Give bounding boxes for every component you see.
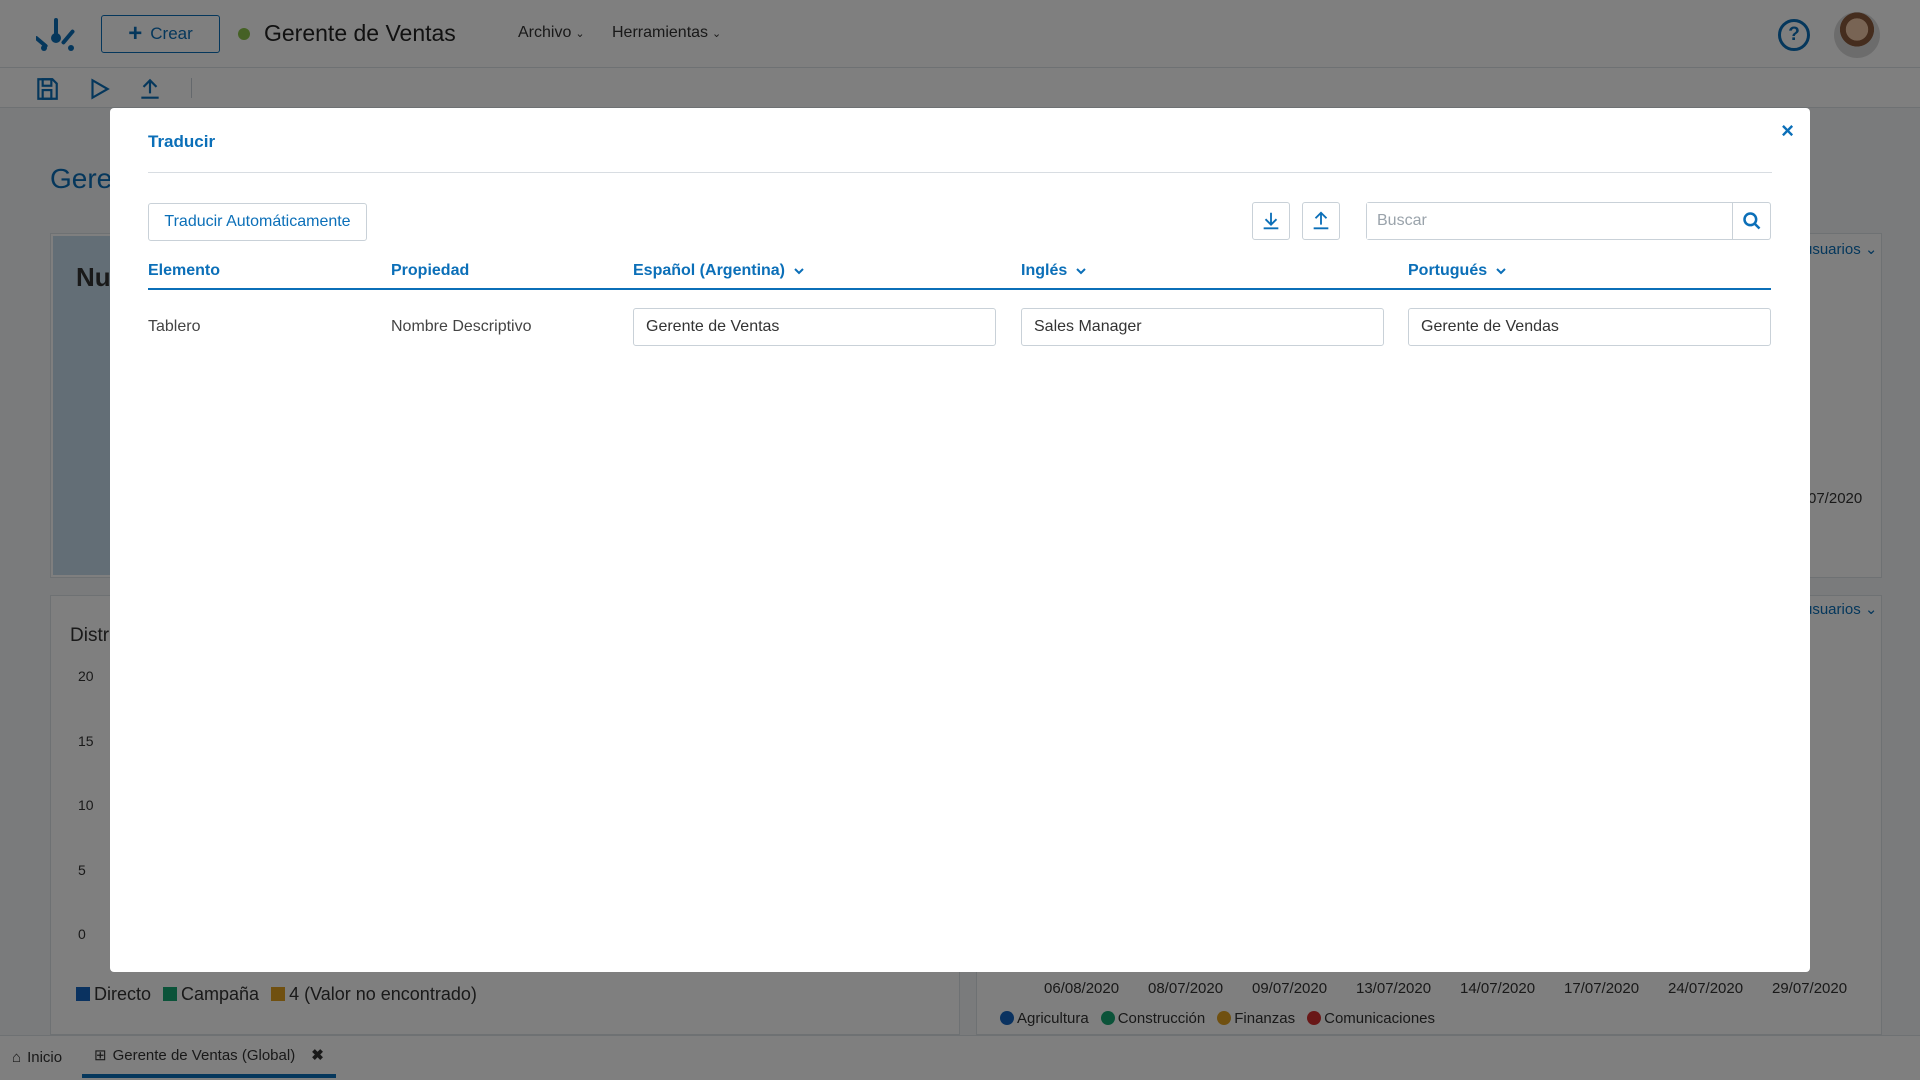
translate-dialog: Traducir × Traducir Automáticamente Elem… [110,108,1810,972]
translation-field-lang2[interactable] [1021,308,1384,346]
download-button[interactable] [1252,202,1290,240]
col-lang1[interactable]: Español (Argentina) [633,262,805,280]
translation-field-lang3[interactable] [1408,308,1771,346]
cell-property: Nombre Descriptivo [391,318,532,335]
cell-element: Tablero [148,318,201,335]
divider [148,172,1772,173]
chevron-down-icon [794,268,804,275]
search-input[interactable] [1367,203,1732,239]
col-property: Propiedad [391,262,470,279]
chevron-down-icon [1496,268,1506,275]
search-icon [1742,212,1760,230]
search-box [1366,202,1771,240]
table-row: Tablero Nombre Descriptivo [148,304,1771,350]
search-button[interactable] [1732,203,1770,239]
col-lang2[interactable]: Inglés [1021,262,1087,280]
upload-icon [1313,211,1329,230]
download-icon [1263,212,1279,230]
auto-translate-button[interactable]: Traducir Automáticamente [148,203,367,241]
close-icon[interactable]: × [1781,118,1794,144]
dialog-title: Traducir [148,132,216,151]
chevron-down-icon [1076,268,1086,275]
upload-button[interactable] [1302,202,1340,240]
translation-field-lang1[interactable] [633,308,996,346]
col-lang3[interactable]: Portugués [1408,262,1507,280]
col-element: Elemento [148,262,221,279]
table-header: Elemento Propiedad Español (Argentina) I… [148,254,1771,290]
